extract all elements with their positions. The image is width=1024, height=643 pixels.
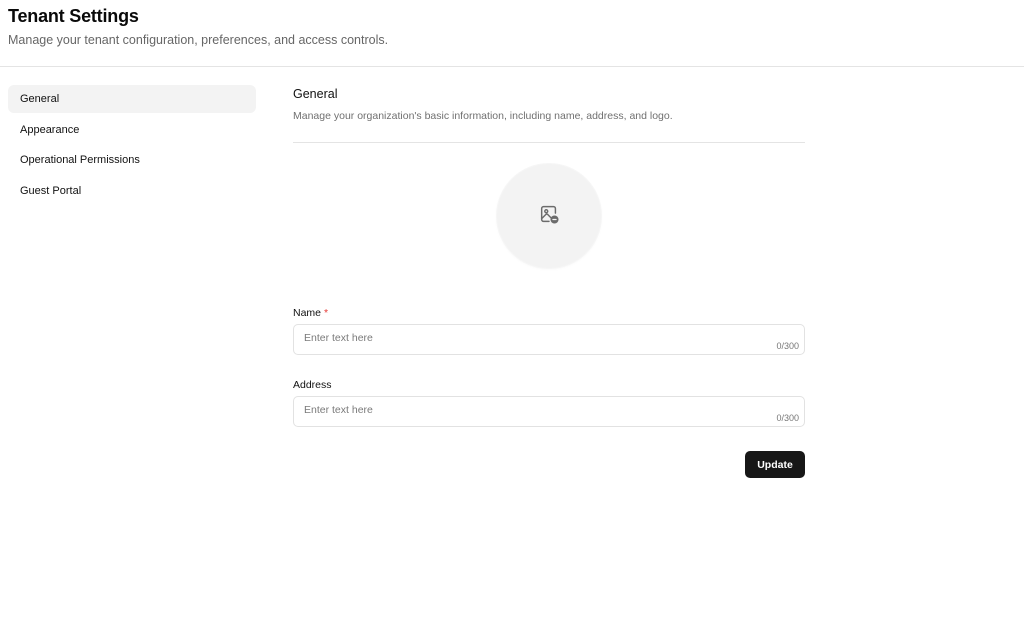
- address-char-counter: 0/300: [776, 413, 799, 423]
- sidebar-item-label: Guest Portal: [20, 184, 82, 197]
- sidebar-item-label: Appearance: [20, 123, 80, 136]
- sidebar-item-label: Operational Permissions: [20, 154, 140, 166]
- sidebar-item-appearance[interactable]: Appearance: [8, 116, 256, 144]
- sidebar-item-operational-permissions[interactable]: Operational Permissions: [8, 146, 256, 174]
- update-button[interactable]: Update: [745, 451, 805, 478]
- header-divider: [0, 66, 1024, 67]
- name-label-text: Name: [293, 307, 322, 319]
- name-input[interactable]: [294, 325, 804, 354]
- name-label: Name *: [293, 307, 328, 319]
- page-header: Tenant Settings Manage your tenant confi…: [8, 6, 388, 47]
- general-settings-panel: General Manage your organization's basic…: [293, 87, 805, 478]
- required-marker: *: [324, 307, 329, 319]
- section-title: General: [293, 87, 338, 101]
- sidebar-item-guest-portal[interactable]: Guest Portal: [8, 177, 256, 205]
- settings-sidebar: General Appearance Operational Permissio…: [8, 85, 256, 207]
- image-upload-icon: [538, 203, 560, 230]
- page-title: Tenant Settings: [8, 6, 139, 26]
- address-label-text: Address: [293, 379, 332, 391]
- page-subtitle: Manage your tenant configuration, prefer…: [8, 33, 389, 47]
- section-description: Manage your organization's basic informa…: [293, 110, 673, 122]
- section-divider: [293, 142, 805, 143]
- sidebar-item-label: General: [20, 93, 60, 105]
- logo-upload-button[interactable]: [497, 164, 601, 268]
- name-field: 0/300: [293, 324, 805, 355]
- address-field: 0/300: [293, 396, 805, 427]
- address-label: Address: [293, 379, 332, 391]
- name-char-counter: 0/300: [776, 341, 799, 351]
- sidebar-item-general[interactable]: General: [8, 85, 256, 113]
- address-input[interactable]: [294, 397, 804, 426]
